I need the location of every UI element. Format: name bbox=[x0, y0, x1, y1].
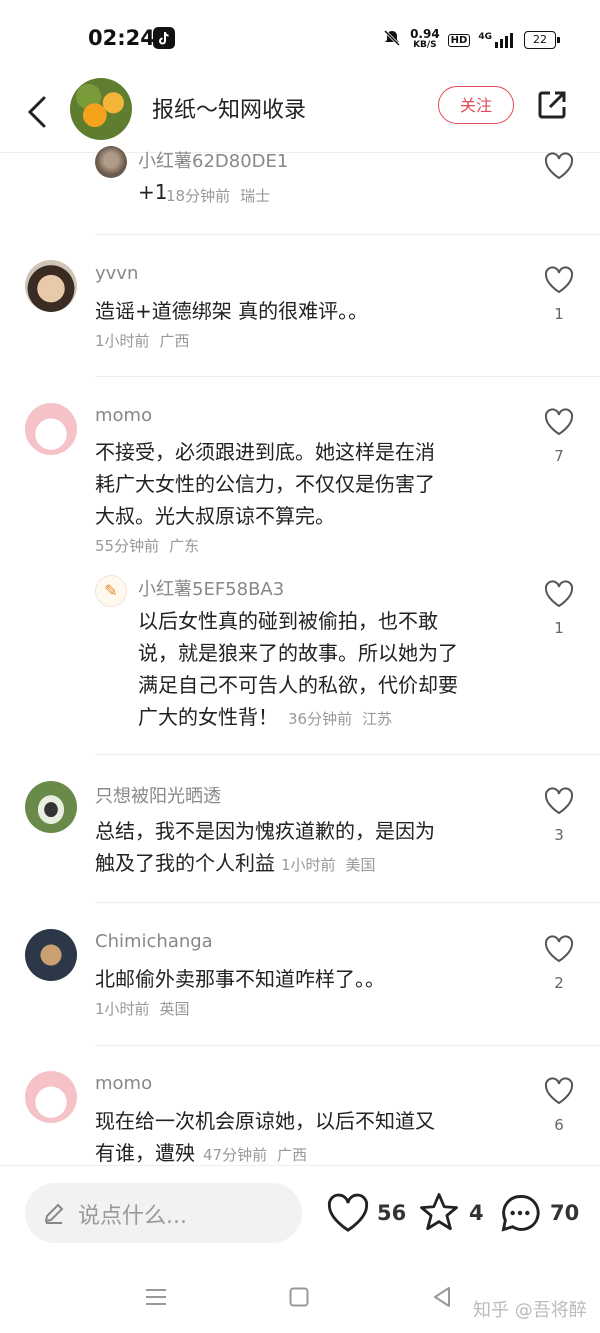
comment-text: 以后女性真的碰到被偷拍，也不敢 说，就是狼来了的故事。所以她为了 满足自己不可告人的… bbox=[138, 609, 458, 729]
pencil-icon bbox=[42, 1201, 66, 1229]
status-indicators: 0.94 KB/S HD 4G 22 bbox=[382, 27, 560, 52]
back-triangle-icon[interactable] bbox=[432, 1286, 452, 1312]
comment-text: 现在给一次机会原谅她，以后不知道又 有谁，遭殃 47分钟前 广西 bbox=[95, 1109, 435, 1165]
comment-author[interactable]: momo bbox=[95, 1073, 152, 1094]
heart-icon[interactable] bbox=[542, 1077, 576, 1109]
comment-meta: 18分钟前 瑞士 bbox=[166, 187, 271, 205]
like-count: 3 bbox=[554, 826, 564, 844]
divider bbox=[95, 754, 600, 755]
heart-icon[interactable] bbox=[542, 787, 576, 819]
comment-meta: 1小时前 广西 bbox=[95, 332, 190, 350]
share-icon[interactable] bbox=[536, 89, 568, 121]
heart-icon[interactable] bbox=[542, 580, 576, 612]
comment-author[interactable]: 小红薯5EF58BA3 bbox=[138, 575, 284, 601]
divider bbox=[95, 1045, 600, 1046]
like-count: 1 bbox=[554, 619, 564, 637]
author-avatar[interactable] bbox=[70, 78, 132, 140]
comment-text: 造谣+道德绑架 真的很难评。。 bbox=[95, 299, 369, 323]
comment-input-placeholder: 说点什么... bbox=[78, 1204, 187, 1229]
comment-avatar[interactable] bbox=[95, 146, 127, 178]
comment-avatar[interactable] bbox=[25, 403, 77, 455]
network-speed: 0.94 KB/S bbox=[410, 27, 440, 50]
like-total: 56 bbox=[377, 1201, 407, 1225]
comment-avatar[interactable] bbox=[25, 1071, 77, 1123]
divider bbox=[95, 234, 600, 235]
comment-text: 总结，我不是因为愧疚道歉的，是因为 触及了我的个人利益 1小时前 美国 bbox=[95, 819, 435, 875]
comment-avatar[interactable] bbox=[25, 929, 77, 981]
back-icon[interactable] bbox=[24, 92, 50, 132]
comment-author[interactable]: yvvn bbox=[95, 263, 138, 284]
comment-author[interactable]: Chimichanga bbox=[95, 931, 213, 952]
status-time: 02:24 bbox=[88, 26, 155, 50]
home-icon[interactable] bbox=[289, 1287, 309, 1311]
watermark: 知乎 @吾将醉 bbox=[473, 1300, 587, 1321]
comment-meta: 55分钟前 广东 bbox=[95, 537, 200, 555]
heart-icon[interactable] bbox=[542, 266, 576, 298]
heart-icon[interactable] bbox=[542, 408, 576, 440]
comment-author[interactable]: 小红薯62D80DE1 bbox=[138, 147, 288, 173]
like-count: 7 bbox=[554, 447, 564, 465]
comment-avatar[interactable] bbox=[25, 781, 77, 833]
star-total: 4 bbox=[469, 1201, 484, 1225]
comment-bubble-icon[interactable] bbox=[498, 1191, 542, 1239]
comment-author[interactable]: momo bbox=[95, 405, 152, 426]
signal-icon: 4G bbox=[478, 32, 516, 48]
like-count: 6 bbox=[554, 1116, 564, 1134]
star-icon[interactable] bbox=[417, 1191, 461, 1237]
comment-meta: 1小时前 美国 bbox=[281, 856, 376, 874]
comment-meta: 36分钟前 江苏 bbox=[288, 710, 393, 728]
comment-text: +1 bbox=[138, 180, 168, 204]
header: 报纸～知网收录 关注 bbox=[0, 78, 600, 153]
divider bbox=[95, 902, 600, 903]
mute-bell-icon bbox=[382, 28, 402, 52]
heart-icon[interactable] bbox=[542, 935, 576, 967]
like-count: 2 bbox=[554, 974, 564, 992]
heart-icon[interactable] bbox=[542, 152, 576, 184]
follow-button[interactable]: 关注 bbox=[438, 86, 514, 124]
comment-meta: 1小时前 英国 bbox=[95, 1000, 190, 1018]
comment-avatar[interactable] bbox=[25, 260, 77, 312]
menu-icon[interactable] bbox=[145, 1287, 167, 1311]
comment-author[interactable]: 只想被阳光晒透 bbox=[95, 782, 221, 808]
status-bar: 02:24 0.94 KB/S HD 4G 22 bbox=[0, 0, 600, 78]
like-heart-icon[interactable] bbox=[326, 1193, 370, 1237]
like-count: 1 bbox=[554, 305, 564, 323]
battery-icon: 22 bbox=[524, 31, 560, 49]
tiktok-icon bbox=[153, 27, 175, 49]
comment-text: 不接受，必须跟进到底。她这样是在消 耗广大女性的公信力，不仅仅是伤害了 大叔。光大叔… bbox=[95, 440, 435, 528]
carrot-avatar-icon[interactable]: ✎ bbox=[95, 575, 127, 607]
hd-badge: HD bbox=[447, 33, 471, 47]
comment-meta: 47分钟前 广西 bbox=[203, 1146, 308, 1164]
comment-text: 北邮偷外卖那事不知道咋样了。。 bbox=[95, 967, 385, 991]
divider bbox=[95, 376, 600, 377]
comment-total: 70 bbox=[550, 1201, 580, 1225]
page-title: 报纸～知网收录 bbox=[152, 98, 307, 123]
